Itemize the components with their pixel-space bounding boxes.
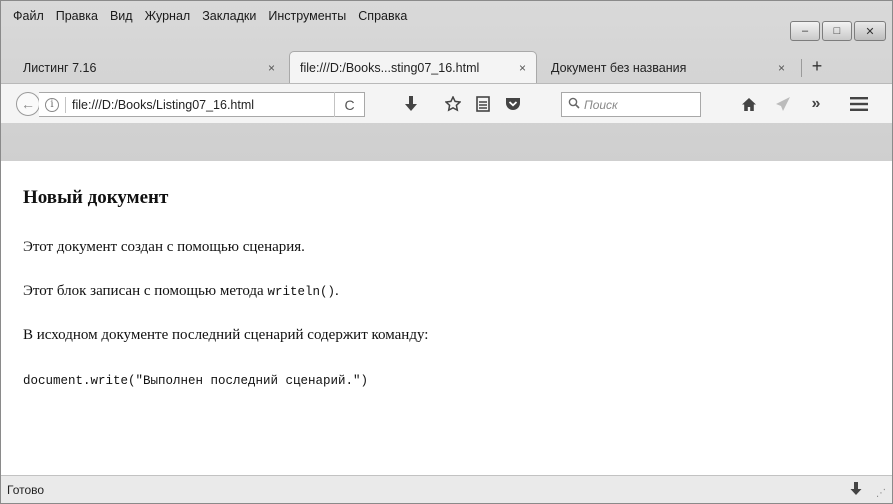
reading-list-icon[interactable] <box>471 92 495 116</box>
status-download-icon[interactable] <box>850 482 862 499</box>
tab-separator <box>801 59 802 77</box>
menu-tools[interactable]: Инструменты <box>262 7 352 29</box>
pocket-icon[interactable] <box>501 92 525 116</box>
send-icon[interactable] <box>771 92 795 116</box>
star-icon[interactable] <box>441 92 465 116</box>
tab-close-icon[interactable]: × <box>268 61 275 75</box>
paragraph-2-text: Этот блок записан с помощью метода <box>23 283 268 299</box>
menu-view[interactable]: Вид <box>104 7 139 29</box>
page-content: Новый документ Этот документ создан с по… <box>1 161 892 473</box>
url-divider <box>65 96 66 113</box>
search-icon <box>568 97 580 112</box>
download-icon[interactable] <box>399 92 423 116</box>
info-icon[interactable]: i <box>45 97 59 112</box>
menu-icon[interactable] <box>847 92 871 116</box>
navigation-bar: ← i file:///D:/Books/Listing07_16.html C <box>1 83 892 123</box>
paragraph-1: Этот документ создан с помощью сценария. <box>23 239 305 255</box>
url-text[interactable]: file:///D:/Books/Listing07_16.html <box>72 98 334 112</box>
tab-label: file:///D:/Books...sting07_16.html <box>300 60 480 75</box>
reload-button[interactable]: C <box>334 92 364 117</box>
tab-untitled[interactable]: Документ без названия × <box>541 53 795 83</box>
paragraph-2: Этот блок записан с помощью метода write… <box>23 283 339 300</box>
browser-chrome: Файл Правка Вид Журнал Закладки Инструме… <box>1 1 892 161</box>
close-window-button[interactable]: ✕ <box>854 21 886 41</box>
paragraph-2-end: . <box>334 283 339 299</box>
resize-grip-icon[interactable]: ⋰ <box>876 488 886 499</box>
tab-bar: Листинг 7.16 × file:///D:/Books...sting0… <box>1 49 892 83</box>
window-controls: – □ ✕ <box>790 21 886 41</box>
maximize-button[interactable]: □ <box>822 21 852 41</box>
url-bar[interactable]: i file:///D:/Books/Listing07_16.html C <box>39 92 365 117</box>
home-icon[interactable] <box>737 92 761 116</box>
menu-bookmarks[interactable]: Закладки <box>196 7 262 29</box>
minimize-button[interactable]: – <box>790 21 820 41</box>
menu-history[interactable]: Журнал <box>139 7 197 29</box>
overflow-icon[interactable]: » <box>804 92 828 116</box>
paragraph-3: В исходном документе последний сценарий … <box>23 327 429 343</box>
tab-close-icon[interactable]: × <box>778 61 785 75</box>
search-placeholder: Поиск <box>584 97 618 112</box>
tab-active-file[interactable]: file:///D:/Books...sting07_16.html × <box>289 51 537 83</box>
inline-code: writeln() <box>267 285 335 299</box>
page-title: Новый документ <box>23 187 169 208</box>
code-line: document.write("Выполнен последний сцена… <box>23 374 369 388</box>
status-text: Готово <box>7 482 45 497</box>
new-tab-button[interactable]: + <box>805 54 829 78</box>
browser-window: Файл Правка Вид Журнал Закладки Инструме… <box>0 0 893 504</box>
tab-label: Листинг 7.16 <box>23 61 97 75</box>
menu-help[interactable]: Справка <box>352 7 413 29</box>
search-input[interactable]: Поиск <box>561 92 701 117</box>
tab-label: Документ без названия <box>551 61 687 75</box>
menu-file[interactable]: Файл <box>7 7 50 29</box>
tab-listing[interactable]: Листинг 7.16 × <box>13 53 285 83</box>
back-button[interactable]: ← <box>16 92 40 116</box>
menu-edit[interactable]: Правка <box>50 7 104 29</box>
status-bar: Готово ⋰ <box>1 475 892 503</box>
tab-close-icon[interactable]: × <box>519 61 526 75</box>
menu-bar: Файл Правка Вид Журнал Закладки Инструме… <box>7 7 413 29</box>
